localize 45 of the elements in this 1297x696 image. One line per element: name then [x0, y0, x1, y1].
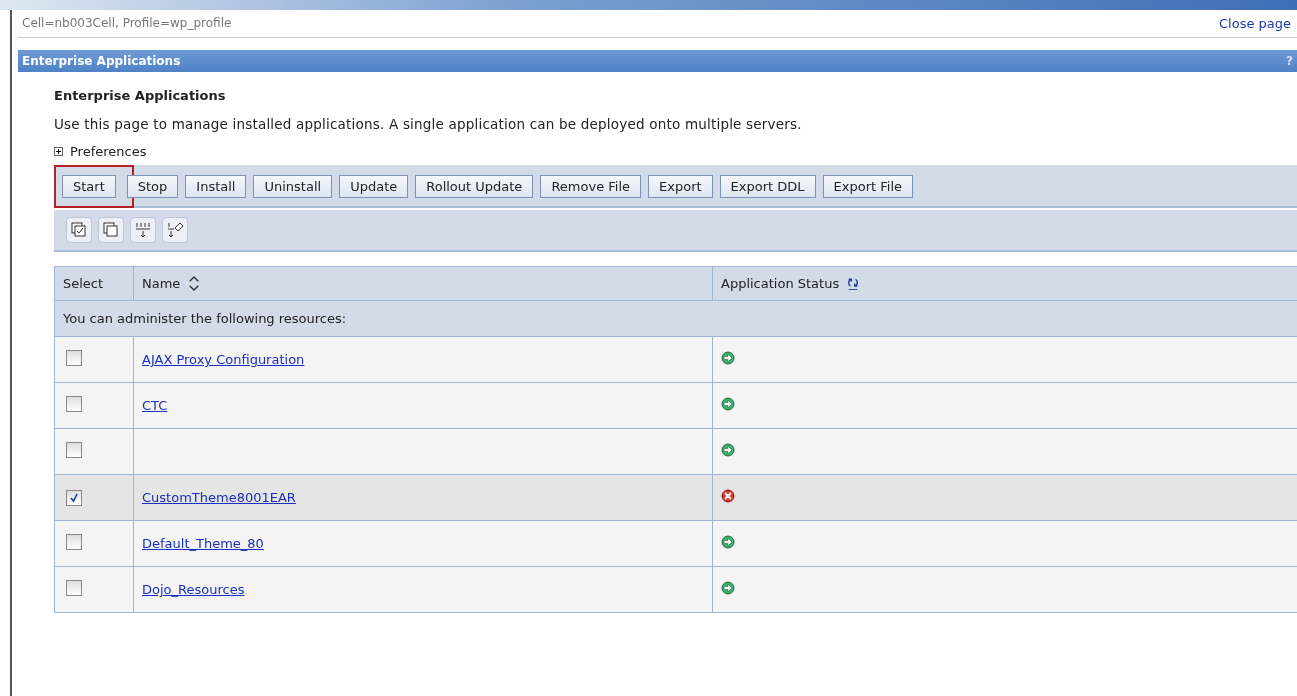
sort-icon[interactable]: [188, 276, 201, 291]
toolbar-button[interactable]: Rollout Update: [415, 175, 534, 198]
toolbar-button[interactable]: Start: [62, 175, 116, 198]
group-row-text: You can administer the following resources:: [63, 311, 347, 326]
page-heading: Enterprise Applications: [54, 88, 227, 103]
refresh-icon[interactable]: [847, 276, 860, 291]
arrow-icon: [721, 535, 735, 549]
toolbar-button[interactable]: Export DDL: [719, 175, 816, 198]
row-checkbox[interactable]: [66, 396, 82, 412]
application-link[interactable]: Dojo_Resources: [142, 582, 245, 597]
row-checkbox[interactable]: [66, 442, 82, 458]
close-page-link[interactable]: Close page: [1219, 16, 1291, 31]
toolbar-button[interactable]: Stop: [126, 175, 179, 198]
arrow-icon: [721, 351, 735, 365]
row-checkbox[interactable]: [66, 350, 82, 366]
arrow-icon: [721, 397, 735, 411]
arrow-icon: [721, 443, 735, 457]
expand-icon[interactable]: [54, 147, 63, 156]
toolbar-button[interactable]: Export: [648, 175, 713, 198]
row-checkbox[interactable]: [66, 489, 82, 506]
toolbar-button[interactable]: Export File: [822, 175, 913, 198]
toolbar-button[interactable]: Install: [185, 175, 247, 198]
application-link[interactable]: CustomTheme8001EAR: [142, 490, 296, 505]
column-header: Application Status: [721, 276, 840, 291]
panel-title: Enterprise Applications: [22, 54, 181, 68]
toolbar-button[interactable]: Uninstall: [253, 175, 333, 198]
arrow-icon: [721, 581, 735, 595]
deselect-all-icon[interactable]: [102, 221, 120, 239]
eraser-icon[interactable]: [166, 221, 184, 239]
breadcrumb-text: Cell=nb003Cell, Profile=wp_profile: [22, 16, 232, 31]
column-header: Select: [54, 266, 134, 301]
toolbar-button[interactable]: Remove File: [540, 175, 642, 198]
row-checkbox[interactable]: [66, 580, 82, 596]
application-link[interactable]: AJAX Proxy Configuration: [142, 352, 305, 367]
checkmark-icon: [69, 492, 79, 503]
application-link[interactable]: Default_Theme_80: [142, 536, 264, 551]
preferences-label[interactable]: Preferences: [70, 144, 147, 159]
select-all-icon[interactable]: [70, 221, 88, 239]
column-header[interactable]: Name: [142, 276, 181, 291]
page-description: Use this page to manage installed applications. A single application can be deployed onto multiple servers.: [54, 116, 803, 132]
toolbar-button[interactable]: Update: [339, 175, 409, 198]
cross-icon: [721, 489, 735, 503]
row-checkbox[interactable]: [66, 534, 82, 550]
application-link[interactable]: CTC: [142, 398, 168, 413]
filter-icon[interactable]: [134, 221, 152, 239]
